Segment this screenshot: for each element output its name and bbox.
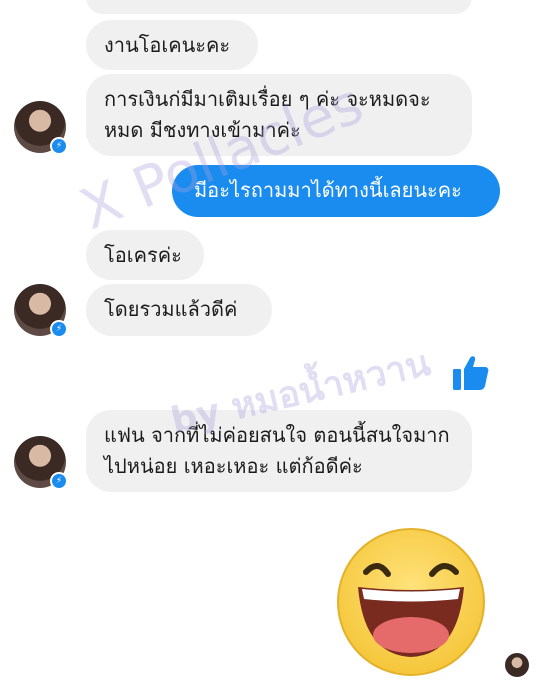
seen-receipt-avatar (505, 653, 529, 677)
message-bubble-partial (86, 0, 472, 14)
message-bubble-incoming: โอเครค่ะ (86, 230, 204, 280)
messenger-badge: ⚡ (50, 137, 68, 155)
message-text: งานโอเคนะคะ (104, 33, 231, 57)
messenger-icon: ⚡ (52, 139, 66, 153)
contact-avatar[interactable]: ⚡ (14, 101, 68, 155)
messenger-badge: ⚡ (50, 320, 68, 338)
message-text: การเงินก่มีมาเติมเรื่อย ๆ ค่ะ จะหมดจะหมด… (104, 87, 431, 142)
messenger-icon: ⚡ (52, 474, 66, 488)
contact-avatar[interactable]: ⚡ (14, 436, 68, 490)
message-text: โดยรวมแล้วดีค่ (104, 297, 238, 321)
message-bubble-incoming: งานโอเคนะคะ (86, 20, 258, 70)
messenger-icon: ⚡ (52, 322, 66, 336)
laughing-smiley-sticker[interactable] (336, 527, 486, 677)
message-bubble-incoming: การเงินก่มีมาเติมเรื่อย ๆ ค่ะ จะหมดจะหมด… (86, 74, 472, 156)
message-bubble-incoming: โดยรวมแล้วดีค่ (86, 284, 272, 336)
message-text: โอเครค่ะ (104, 243, 182, 267)
message-text: มีอะไรถามมาได้ทางนี้เลยนะคะ (194, 178, 462, 202)
message-bubble-outgoing: มีอะไรถามมาได้ทางนี้เลยนะคะ (172, 165, 500, 217)
message-bubble-incoming: แฟน จากที่ไม่ค่อยสนใจ ตอนนี้สนใจมากไปหน่… (86, 410, 472, 492)
contact-avatar[interactable]: ⚡ (14, 284, 68, 338)
message-text: แฟน จากที่ไม่ค่อยสนใจ ตอนนี้สนใจมากไปหน่… (104, 423, 450, 478)
thumbs-up-icon[interactable] (452, 355, 490, 391)
messenger-badge: ⚡ (50, 472, 68, 490)
